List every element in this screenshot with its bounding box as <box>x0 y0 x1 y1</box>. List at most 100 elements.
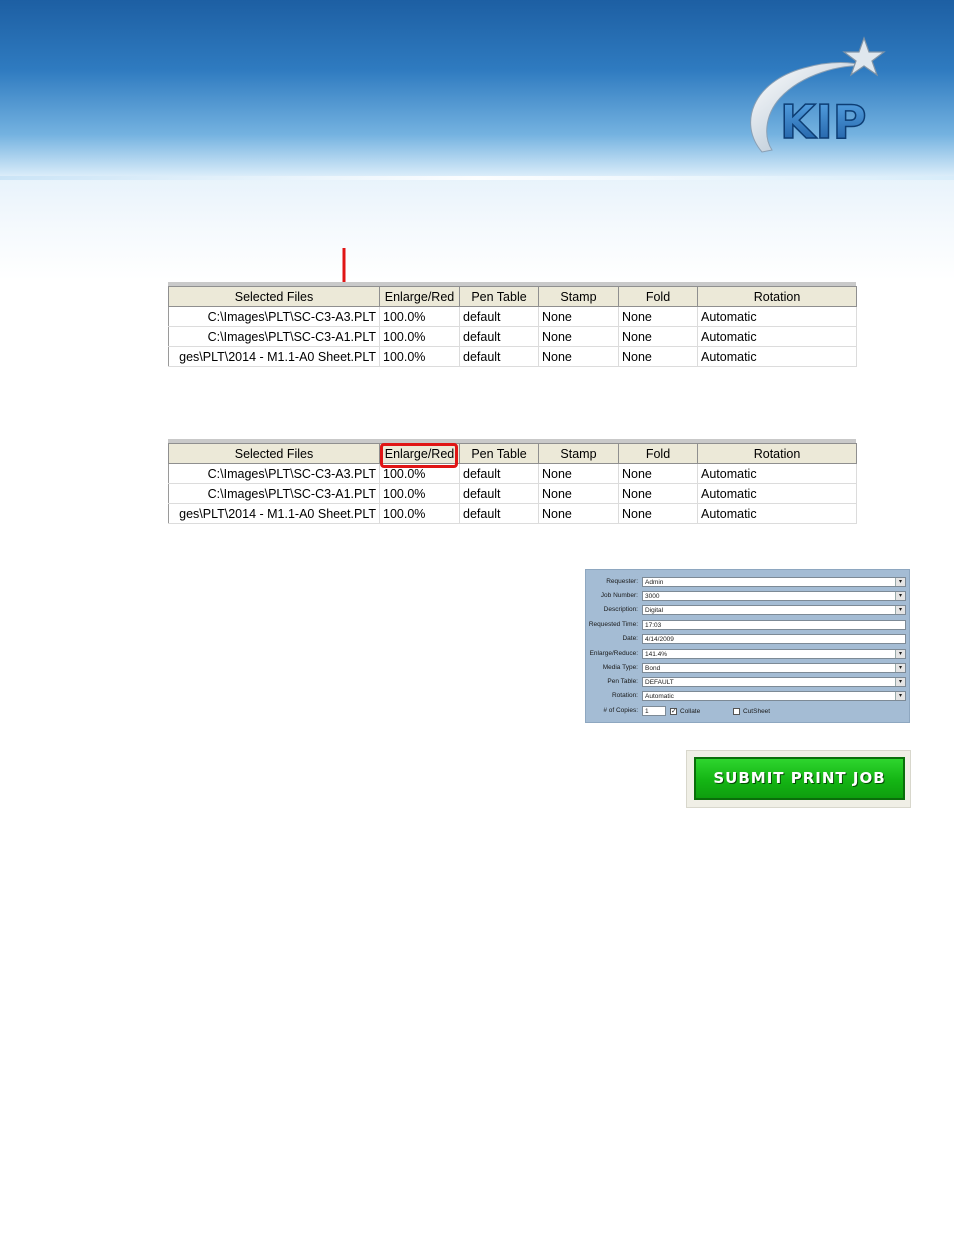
submit-print-job-button[interactable]: SUBMIT PRINT JOB <box>694 757 905 800</box>
job-info-form: Requester: Admin ▾ Job Number: 3000 ▾ Desc… <box>585 569 910 723</box>
rotation-value: Automatic <box>645 693 674 700</box>
collate-checkbox[interactable]: ✓ <box>670 708 677 715</box>
media-type-select[interactable]: Bond ▾ <box>642 663 906 673</box>
fold-cell[interactable]: None <box>618 483 698 504</box>
fold-cell[interactable]: None <box>618 326 698 347</box>
rotation-cell[interactable]: Automatic <box>697 306 857 327</box>
pen-table-cell[interactable]: default <box>459 463 539 484</box>
job-number-label: Job Number: <box>600 592 638 599</box>
column-header-stamp[interactable]: Stamp <box>538 443 619 464</box>
column-header-enlarge-reduce[interactable]: Enlarge/Red <box>379 286 460 307</box>
job-number-select[interactable]: 3000 ▾ <box>642 591 906 601</box>
column-header-pen-table[interactable]: Pen Table <box>459 443 539 464</box>
dropdown-arrow-icon[interactable]: ▾ <box>895 606 905 614</box>
enlarge-reduce-value: 141.4% <box>645 651 668 658</box>
pen-table-value: DEFAULT <box>645 679 674 686</box>
file-path-cell[interactable]: C:\Images\PLT\SC-C3-A1.PLT <box>168 326 380 347</box>
form-row-enlarge-reduce: Enlarge/Reduce: 141.4% ▾ <box>586 649 911 661</box>
fold-cell[interactable]: None <box>618 306 698 327</box>
submit-button-frame: SUBMIT PRINT JOB <box>686 750 911 808</box>
stamp-cell[interactable]: None <box>538 463 619 484</box>
date-input[interactable]: 4/14/2009 <box>642 634 906 644</box>
copies-input[interactable]: 1 <box>642 706 666 716</box>
pen-table-label: Pen Table: <box>607 678 638 685</box>
form-row-requester: Requester: Admin ▾ <box>586 577 911 589</box>
rotation-cell[interactable]: Automatic <box>697 326 857 347</box>
rotation-cell[interactable]: Automatic <box>697 463 857 484</box>
enlarge-reduce-cell[interactable]: 100.0% <box>379 306 460 327</box>
pen-table-select[interactable]: DEFAULT ▾ <box>642 677 906 687</box>
dropdown-arrow-icon[interactable]: ▾ <box>895 664 905 672</box>
requester-label: Requester: <box>606 578 638 585</box>
rotation-cell[interactable]: Automatic <box>697 346 857 367</box>
dropdown-arrow-icon[interactable]: ▾ <box>895 650 905 658</box>
column-header-selected-files[interactable]: Selected Files <box>168 286 380 307</box>
column-header-selected-files[interactable]: Selected Files <box>168 443 380 464</box>
table-row[interactable]: C:\Images\PLT\SC-C3-A1.PLT 100.0% defaul… <box>168 483 857 504</box>
cutsheet-label: CutSheet <box>743 708 771 715</box>
job-number-value: 3000 <box>645 593 660 600</box>
rotation-label: Rotation: <box>611 692 638 699</box>
requester-select[interactable]: Admin ▾ <box>642 577 906 587</box>
dropdown-arrow-icon[interactable]: ▾ <box>895 578 905 586</box>
table-header-row: Selected Files Enlarge/Red Pen Table Sta… <box>168 286 857 307</box>
table-row[interactable]: C:\Images\PLT\SC-C3-A1.PLT 100.0% defaul… <box>168 326 857 347</box>
form-row-job-number: Job Number: 3000 ▾ <box>586 591 911 603</box>
form-row-copies: # of Copies: 1 ✓ Collate CutSheet <box>586 706 911 718</box>
file-path-cell[interactable]: ges\PLT\2014 - M1.1-A0 Sheet.PLT <box>168 503 380 524</box>
requested-time-value: 17:03 <box>645 622 662 629</box>
header-banner: KIP <box>0 0 954 280</box>
enlarge-reduce-cell[interactable]: 100.0% <box>379 503 460 524</box>
enlarge-reduce-highlight-box <box>380 443 458 468</box>
enlarge-reduce-select[interactable]: 141.4% ▾ <box>642 649 906 659</box>
enlarge-reduce-cell[interactable]: 100.0% <box>379 326 460 347</box>
dropdown-arrow-icon[interactable]: ▾ <box>895 592 905 600</box>
rotation-cell[interactable]: Automatic <box>697 483 857 504</box>
dropdown-arrow-icon[interactable]: ▾ <box>895 692 905 700</box>
selected-files-table-top: Selected Files Enlarge/Red Pen Table Sta… <box>168 286 857 367</box>
rotation-cell[interactable]: Automatic <box>697 503 857 524</box>
form-row-date: Date: 4/14/2009 <box>586 634 911 646</box>
column-header-pen-table[interactable]: Pen Table <box>459 286 539 307</box>
column-header-rotation[interactable]: Rotation <box>697 286 857 307</box>
enlarge-reduce-cell[interactable]: 100.0% <box>379 483 460 504</box>
form-row-description: Description: Digital ▾ <box>586 605 911 617</box>
column-header-fold[interactable]: Fold <box>618 443 698 464</box>
file-path-cell[interactable]: C:\Images\PLT\SC-C3-A3.PLT <box>168 463 380 484</box>
column-header-rotation[interactable]: Rotation <box>697 443 857 464</box>
description-select[interactable]: Digital ▾ <box>642 605 906 615</box>
fold-cell[interactable]: None <box>618 463 698 484</box>
collate-label: Collate <box>680 708 701 715</box>
fold-cell[interactable]: None <box>618 503 698 524</box>
table-row[interactable]: C:\Images\PLT\SC-C3-A3.PLT 100.0% defaul… <box>168 306 857 327</box>
file-path-cell[interactable]: C:\Images\PLT\SC-C3-A1.PLT <box>168 483 380 504</box>
pen-table-cell[interactable]: default <box>459 326 539 347</box>
column-header-stamp[interactable]: Stamp <box>538 286 619 307</box>
table-row[interactable]: ges\PLT\2014 - M1.1-A0 Sheet.PLT 100.0% … <box>168 503 857 524</box>
stamp-cell[interactable]: None <box>538 483 619 504</box>
pen-table-cell[interactable]: default <box>459 306 539 327</box>
pen-table-cell[interactable]: default <box>459 346 539 367</box>
stamp-cell[interactable]: None <box>538 326 619 347</box>
stamp-cell[interactable]: None <box>538 306 619 327</box>
enlarge-reduce-cell[interactable]: 100.0% <box>379 346 460 367</box>
column-header-fold[interactable]: Fold <box>618 286 698 307</box>
file-path-cell[interactable]: ges\PLT\2014 - M1.1-A0 Sheet.PLT <box>168 346 380 367</box>
requester-value: Admin <box>645 579 664 586</box>
file-path-cell[interactable]: C:\Images\PLT\SC-C3-A3.PLT <box>168 306 380 327</box>
table-row[interactable]: C:\Images\PLT\SC-C3-A3.PLT 100.0% defaul… <box>168 463 857 484</box>
pen-table-cell[interactable]: default <box>459 483 539 504</box>
stamp-cell[interactable]: None <box>538 346 619 367</box>
fold-cell[interactable]: None <box>618 346 698 367</box>
copies-label: # of Copies: <box>603 707 638 714</box>
pen-table-cell[interactable]: default <box>459 503 539 524</box>
banner-highlight-band <box>0 176 954 180</box>
svg-text:KIP: KIP <box>780 95 866 149</box>
rotation-select[interactable]: Automatic ▾ <box>642 691 906 701</box>
requested-time-input[interactable]: 17:03 <box>642 620 906 630</box>
media-type-label: Media Type: <box>602 664 638 671</box>
stamp-cell[interactable]: None <box>538 503 619 524</box>
table-row[interactable]: ges\PLT\2014 - M1.1-A0 Sheet.PLT 100.0% … <box>168 346 857 367</box>
dropdown-arrow-icon[interactable]: ▾ <box>895 678 905 686</box>
cutsheet-checkbox[interactable] <box>733 708 740 715</box>
